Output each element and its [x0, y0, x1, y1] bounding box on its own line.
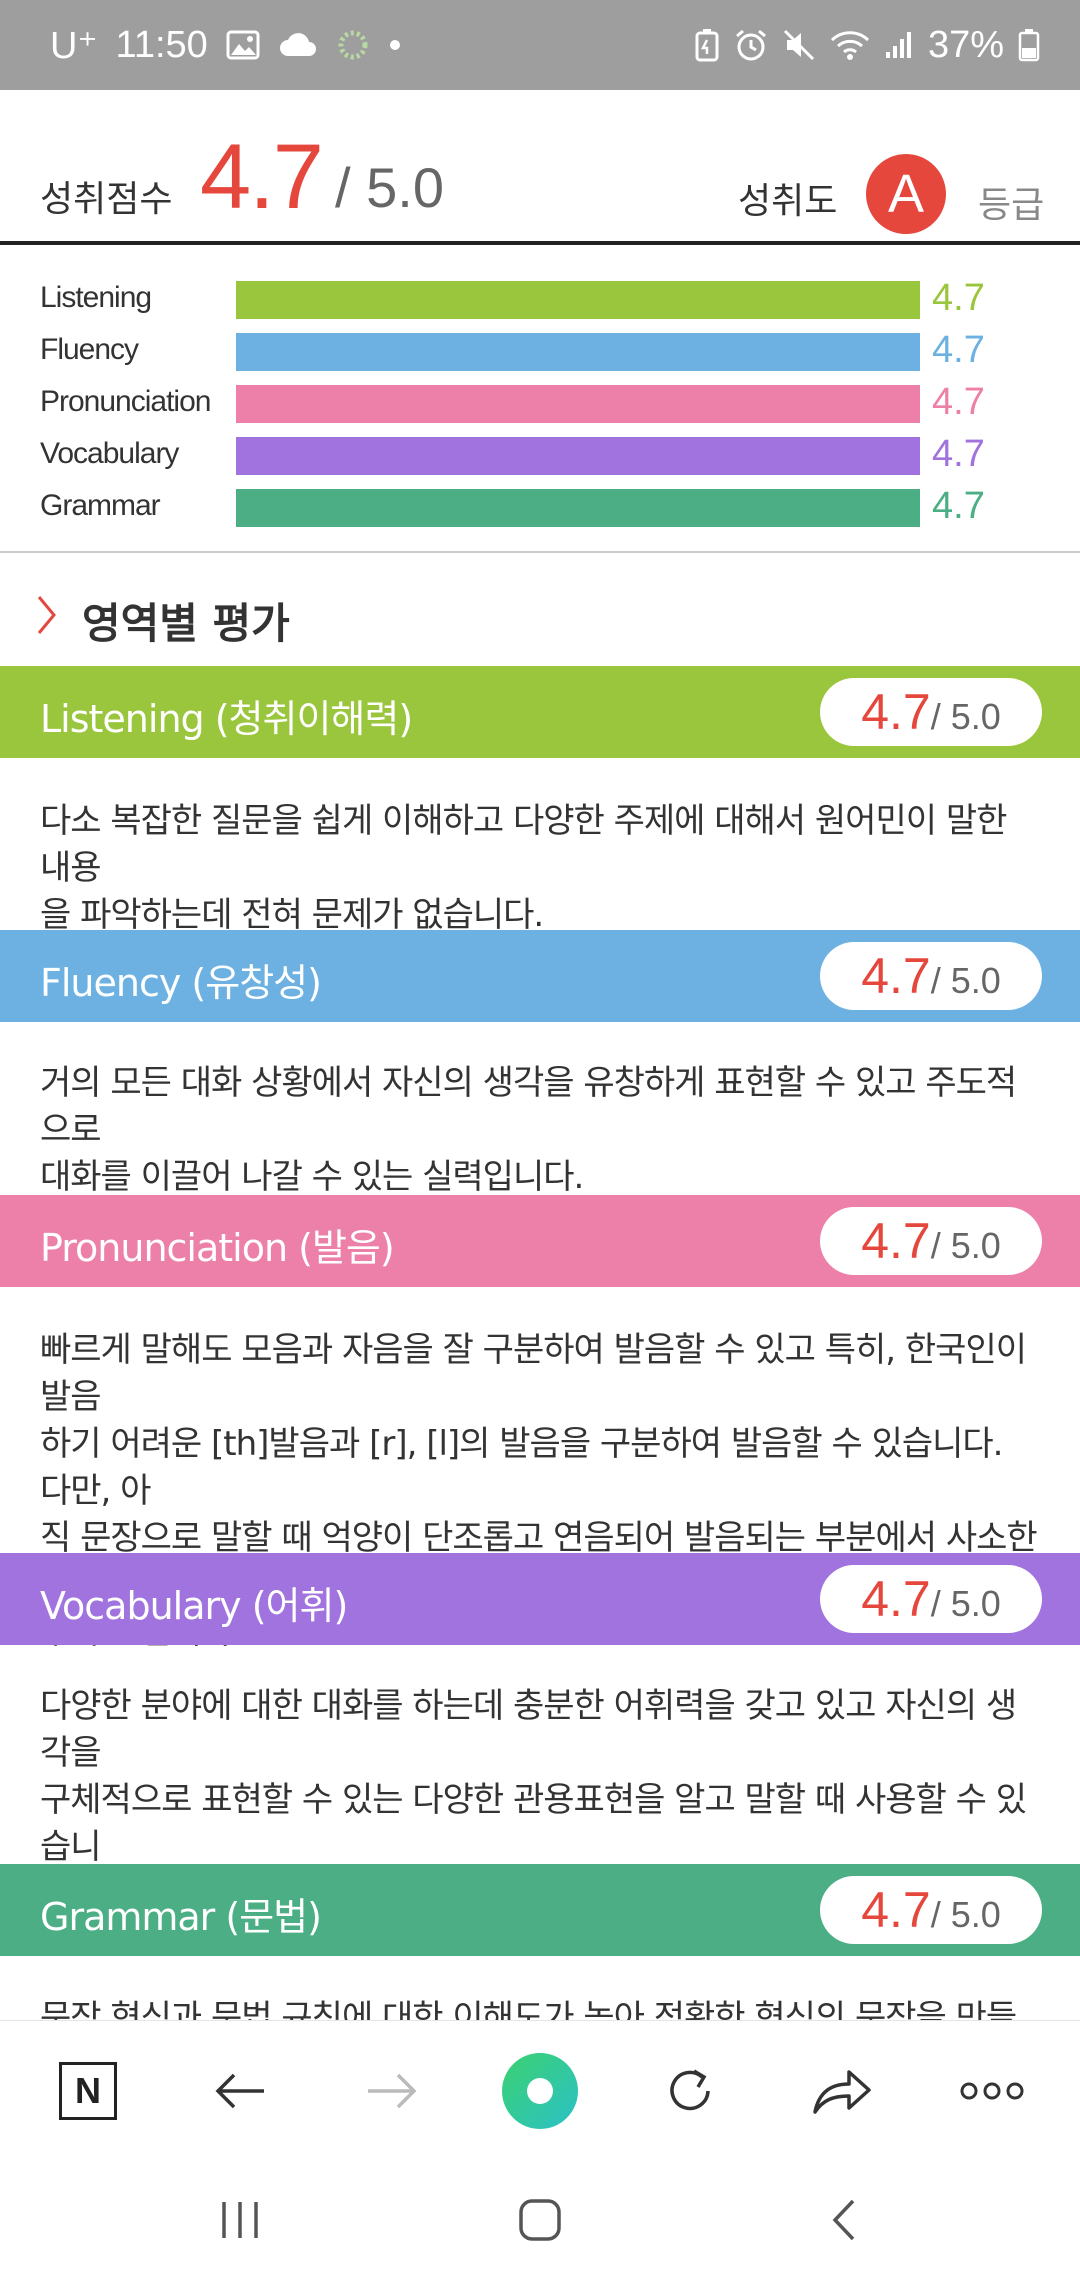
- bar-row-fluency: Fluency 4.7: [0, 323, 1080, 375]
- bar-label: Listening: [40, 281, 152, 314]
- cloud-icon: [278, 32, 318, 58]
- browser-toolbar: N: [0, 2020, 1080, 2160]
- bar-label: Grammar: [40, 489, 161, 522]
- area-header-grammar: Grammar (문법) 4.7/ 5.0: [0, 1864, 1080, 1956]
- area-score-max: / 5.0: [930, 1225, 1001, 1266]
- bar-track: [236, 385, 920, 423]
- forward-arrow-icon[interactable]: [352, 2051, 432, 2131]
- desc-line: 빠르게 말해도 모음과 자음을 잘 구분하여 발음할 수 있고 특히, 한국인이…: [40, 1330, 1027, 1417]
- back-icon[interactable]: [804, 2190, 884, 2250]
- grade-badge: A: [866, 154, 946, 234]
- total-score-max: / 5.0: [335, 156, 444, 219]
- desc-line: 다양한 분야에 대한 대화를 하는데 충분한 어휘력을 갖고 있고 자신의 생각…: [40, 1686, 1017, 1773]
- recent-apps-icon[interactable]: [200, 2190, 280, 2250]
- bar-label: Pronunciation: [40, 385, 211, 418]
- bar-row-listening: Listening 4.7: [0, 271, 1080, 323]
- status-bar: U⁺ 11:50 37%: [0, 0, 1080, 90]
- area-score: 4.7: [861, 948, 931, 1004]
- bar-grammar: [236, 489, 920, 527]
- score-header: 성취점수 4.7 / 5.0 성취도 A 등급: [0, 90, 1080, 245]
- bar-value-label: 4.7: [932, 381, 985, 423]
- wifi-icon: [830, 29, 870, 61]
- desc-line: 거의 모든 대화 상황에서 자신의 생각을 유창하게 표현할 수 있고 주도적으…: [40, 1063, 1017, 1150]
- area-description-fluency: 거의 모든 대화 상황에서 자신의 생각을 유창하게 표현할 수 있고 주도적으…: [40, 1060, 1040, 1201]
- desc-line: 문장 형식과 문법 규칙에 대한 이해도가 높아 정확한 형식의 문장을 만들 …: [40, 1998, 1017, 2020]
- bar-row-vocabulary: Vocabulary 4.7: [0, 427, 1080, 479]
- area-header-pronunciation: Pronunciation (발음) 4.7/ 5.0: [0, 1195, 1080, 1287]
- score-bar-chart: Listening 4.7 Fluency 4.7 Pronunciation 4.7 Vo…: [0, 249, 1080, 553]
- home-icon[interactable]: [500, 2190, 580, 2250]
- gallery-icon: [226, 30, 260, 60]
- grade-label: 성취도: [738, 181, 838, 222]
- area-name: Listening (청취이해력): [40, 697, 413, 741]
- area-score-pill: 4.7/ 5.0: [820, 1565, 1042, 1633]
- battery-icon: [1018, 28, 1040, 62]
- grade-suffix: 등급: [978, 185, 1045, 226]
- bar-value-label: 4.7: [932, 329, 985, 371]
- carrier-label: U⁺: [50, 24, 98, 67]
- bar-track: [236, 489, 920, 527]
- section-header: 영역별 평가: [0, 580, 1080, 650]
- area-name: Grammar (문법): [40, 1895, 322, 1939]
- bar-track: [236, 333, 920, 371]
- bar-value-label: 4.7: [932, 277, 985, 319]
- bar-row-grammar: Grammar 4.7: [0, 479, 1080, 531]
- back-arrow-icon[interactable]: [200, 2051, 280, 2131]
- area-score-max: / 5.0: [930, 1583, 1001, 1624]
- chevron-right-icon: [34, 592, 60, 642]
- notification-dot-icon: [388, 38, 402, 52]
- bar-vocabulary: [236, 437, 920, 475]
- area-score-pill: 4.7/ 5.0: [820, 1207, 1042, 1275]
- area-score: 4.7: [861, 684, 931, 740]
- share-icon[interactable]: [802, 2051, 882, 2131]
- total-score: 4.7: [200, 126, 324, 228]
- naver-n-label: N: [59, 2062, 117, 2120]
- bar-row-pronunciation: Pronunciation 4.7: [0, 375, 1080, 427]
- area-score: 4.7: [861, 1882, 931, 1938]
- battery-percent: 37%: [927, 23, 1004, 66]
- more-icon[interactable]: [952, 2051, 1032, 2131]
- home-green-circle-icon[interactable]: [500, 2051, 580, 2131]
- bar-track: [236, 281, 920, 319]
- area-name: Fluency (유창성): [40, 961, 322, 1005]
- score-label: 성취점수: [40, 179, 173, 220]
- mute-icon: [782, 28, 816, 62]
- area-header-vocabulary: Vocabulary (어휘) 4.7/ 5.0: [0, 1553, 1080, 1645]
- bar-label: Fluency: [40, 333, 139, 366]
- bar-listening: [236, 281, 920, 319]
- area-header-fluency: Fluency (유창성) 4.7/ 5.0: [0, 930, 1080, 1022]
- desc-line: 구체적으로 표현할 수 있는 다양한 관용표현을 알고 말할 때 사용할 수 있…: [40, 1780, 1027, 1867]
- bar-label: Vocabulary: [40, 437, 179, 470]
- area-score-pill: 4.7/ 5.0: [820, 1876, 1042, 1944]
- area-score-pill: 4.7/ 5.0: [820, 942, 1042, 1010]
- area-description-grammar: 문장 형식과 문법 규칙에 대한 이해도가 높아 정확한 형식의 문장을 만들 …: [40, 1995, 1040, 2020]
- clock: 11:50: [115, 23, 208, 66]
- area-score: 4.7: [861, 1571, 931, 1627]
- bar-track: [236, 437, 920, 475]
- signal-icon: [884, 30, 914, 60]
- area-score-max: / 5.0: [930, 960, 1001, 1001]
- loading-spinner-icon: [336, 28, 370, 62]
- desc-line: 하기 어려운 [th]발음과 [r], [l]의 발음을 구분하여 발음할 수 …: [40, 1424, 1004, 1511]
- area-name: Pronunciation (발음): [40, 1226, 395, 1270]
- bar-pronunciation: [236, 385, 920, 423]
- area-score: 4.7: [861, 1213, 931, 1269]
- area-score-max: / 5.0: [930, 1894, 1001, 1935]
- refresh-icon[interactable]: [650, 2051, 730, 2131]
- bar-value-label: 4.7: [932, 433, 985, 475]
- alarm-icon: [734, 28, 768, 62]
- area-name: Vocabulary (어휘): [40, 1584, 348, 1628]
- desc-line: 다소 복잡한 질문을 쉽게 이해하고 다양한 주제에 대해서 원어민이 말한 내…: [40, 801, 1007, 888]
- area-score-pill: 4.7/ 5.0: [820, 678, 1042, 746]
- area-description-listening: 다소 복잡한 질문을 쉽게 이해하고 다양한 주제에 대해서 원어민이 말한 내…: [40, 798, 1040, 939]
- desc-line: 대화를 이끌어 나갈 수 있는 실력입니다.: [40, 1157, 584, 1197]
- section-title: 영역별 평가: [82, 599, 290, 648]
- battery-saver-icon: [694, 28, 720, 62]
- area-header-listening: Listening (청취이해력) 4.7/ 5.0: [0, 666, 1080, 758]
- area-score-max: / 5.0: [930, 696, 1001, 737]
- system-nav-bar: [0, 2160, 1080, 2280]
- naver-n-icon[interactable]: N: [48, 2051, 128, 2131]
- bar-value-label: 4.7: [932, 485, 985, 527]
- bar-fluency: [236, 333, 920, 371]
